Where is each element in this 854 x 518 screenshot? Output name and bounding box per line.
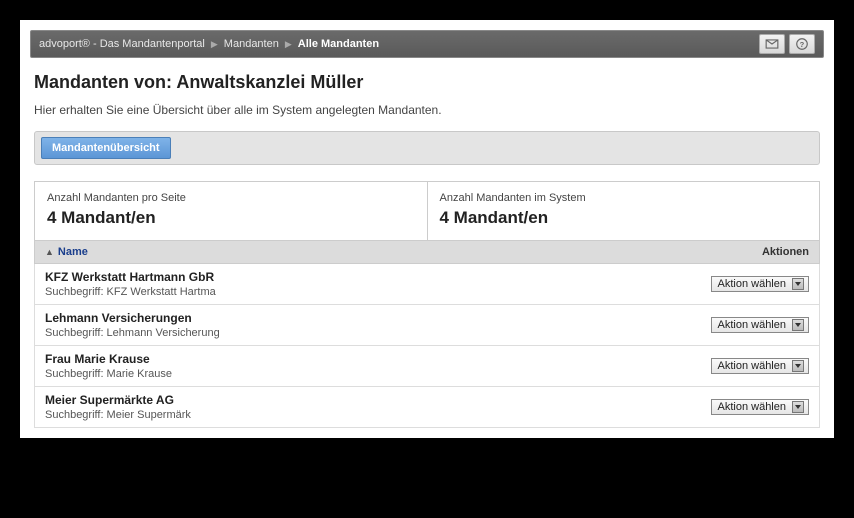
chevron-right-icon: ▶ <box>211 39 218 50</box>
topbar-actions: ? <box>759 34 815 54</box>
top-bar: advoport® - Das Mandantenportal ▶ Mandan… <box>30 30 824 58</box>
chevron-down-icon <box>792 360 804 372</box>
table-header: ▲ Name Aktionen <box>34 240 820 264</box>
content-area: Mandanten von: Anwaltskanzlei Müller Hie… <box>20 68 834 428</box>
row-main: Meier Supermärkte AG Suchbegriff: Meier S… <box>45 393 669 421</box>
help-icon: ? <box>795 37 809 51</box>
breadcrumb-mid[interactable]: Mandanten <box>224 38 279 50</box>
row-name[interactable]: Meier Supermärkte AG <box>45 393 669 407</box>
action-select[interactable]: Aktion wählen <box>711 358 810 374</box>
table-row: Meier Supermärkte AG Suchbegriff: Meier S… <box>34 387 820 428</box>
chevron-down-icon <box>792 319 804 331</box>
row-main: Frau Marie Krause Suchbegriff: Marie Krau… <box>45 352 669 380</box>
row-main: Lehmann Versicherungen Suchbegriff: Lehma… <box>45 311 669 339</box>
row-action-cell: Aktion wählen <box>669 317 809 333</box>
chevron-down-icon <box>792 278 804 290</box>
stats-total-value: 4 Mandant/en <box>440 208 808 228</box>
tab-bar: Mandantenübersicht <box>34 131 820 165</box>
app-window: advoport® - Das Mandantenportal ▶ Mandan… <box>20 20 834 438</box>
action-select[interactable]: Aktion wählen <box>711 399 810 415</box>
mail-button[interactable] <box>759 34 785 54</box>
table-row: Lehmann Versicherungen Suchbegriff: Lehma… <box>34 305 820 346</box>
sort-asc-icon: ▲ <box>45 247 54 257</box>
row-searchterm: Suchbegriff: Marie Krause <box>45 368 669 380</box>
help-button[interactable]: ? <box>789 34 815 54</box>
action-select-label: Aktion wählen <box>718 401 787 413</box>
row-name[interactable]: Frau Marie Krause <box>45 352 669 366</box>
breadcrumb-root[interactable]: advoport® - Das Mandantenportal <box>39 38 205 50</box>
row-searchterm: Suchbegriff: Meier Supermärk <box>45 409 669 421</box>
mail-icon <box>765 37 779 51</box>
column-header-name-label: Name <box>58 246 88 258</box>
breadcrumb-current: Alle Mandanten <box>298 38 379 50</box>
stats-per-page-label: Anzahl Mandanten pro Seite <box>47 192 415 204</box>
row-searchterm: Suchbegriff: Lehmann Versicherung <box>45 327 669 339</box>
stats-row: Anzahl Mandanten pro Seite 4 Mandant/en … <box>34 181 820 240</box>
stats-per-page-value: 4 Mandant/en <box>47 208 415 228</box>
row-action-cell: Aktion wählen <box>669 399 809 415</box>
chevron-right-icon: ▶ <box>285 39 292 50</box>
breadcrumb: advoport® - Das Mandantenportal ▶ Mandan… <box>39 38 759 50</box>
svg-text:?: ? <box>800 40 805 49</box>
stats-per-page: Anzahl Mandanten pro Seite 4 Mandant/en <box>35 182 428 240</box>
action-select[interactable]: Aktion wählen <box>711 317 810 333</box>
table-row: Frau Marie Krause Suchbegriff: Marie Krau… <box>34 346 820 387</box>
row-action-cell: Aktion wählen <box>669 276 809 292</box>
chevron-down-icon <box>792 401 804 413</box>
page-subtitle: Hier erhalten Sie eine Übersicht über al… <box>34 103 820 117</box>
action-select-label: Aktion wählen <box>718 278 787 290</box>
row-searchterm: Suchbegriff: KFZ Werkstatt Hartma <box>45 286 669 298</box>
row-main: KFZ Werkstatt Hartmann GbR Suchbegriff: K… <box>45 270 669 298</box>
table-body: KFZ Werkstatt Hartmann GbR Suchbegriff: K… <box>34 264 820 428</box>
row-name[interactable]: Lehmann Versicherungen <box>45 311 669 325</box>
action-select-label: Aktion wählen <box>718 319 787 331</box>
action-select[interactable]: Aktion wählen <box>711 276 810 292</box>
column-header-actions: Aktionen <box>669 246 809 258</box>
action-select-label: Aktion wählen <box>718 360 787 372</box>
row-action-cell: Aktion wählen <box>669 358 809 374</box>
table-row: KFZ Werkstatt Hartmann GbR Suchbegriff: K… <box>34 264 820 305</box>
tab-overview[interactable]: Mandantenübersicht <box>41 137 171 159</box>
page-title: Mandanten von: Anwaltskanzlei Müller <box>34 72 820 93</box>
stats-total-label: Anzahl Mandanten im System <box>440 192 808 204</box>
stats-total: Anzahl Mandanten im System 4 Mandant/en <box>428 182 820 240</box>
row-name[interactable]: KFZ Werkstatt Hartmann GbR <box>45 270 669 284</box>
column-header-name[interactable]: ▲ Name <box>45 246 669 258</box>
